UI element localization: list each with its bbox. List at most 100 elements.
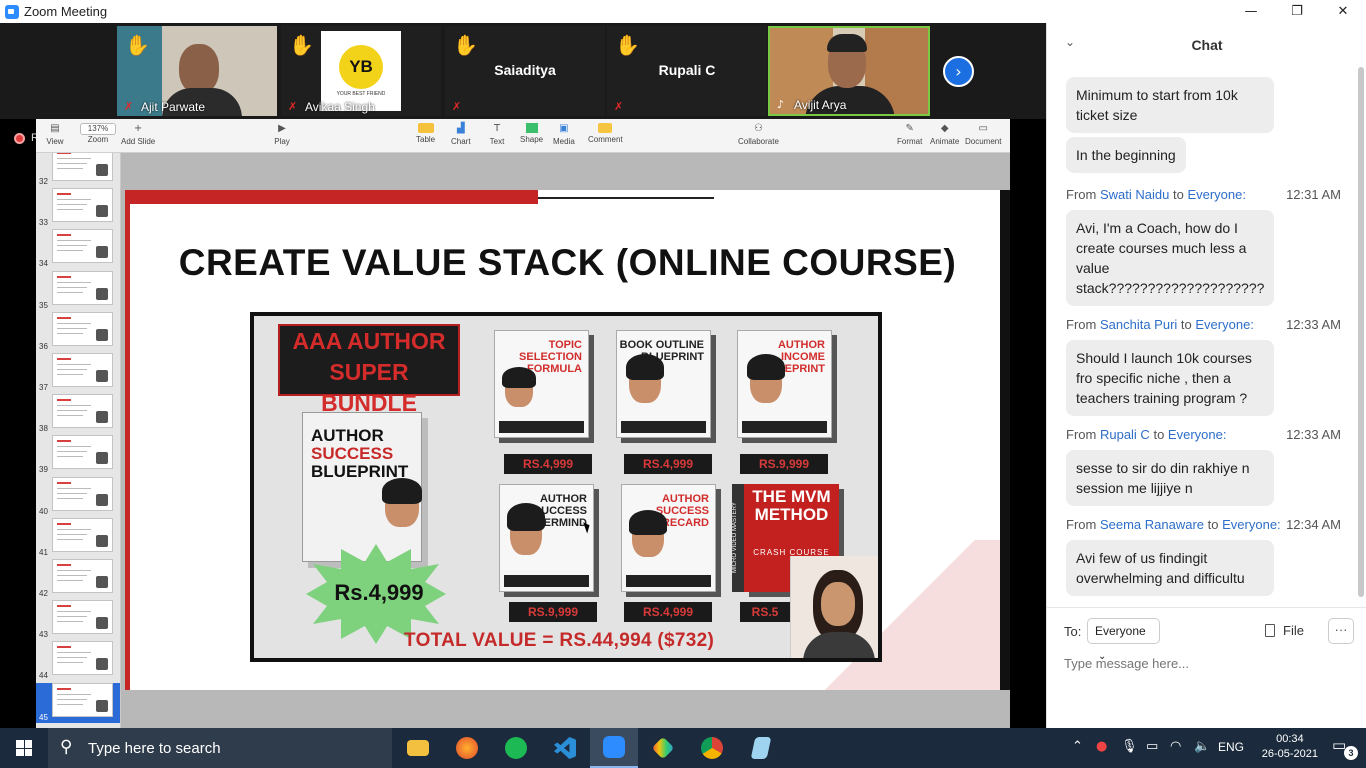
next-page-arrow-icon[interactable]: › (943, 56, 974, 87)
recording-icon (14, 133, 25, 144)
chat-sender-line: From Sanchita Puri to Everyone: 12:33 AM (1066, 317, 1341, 332)
slide-thumbnail[interactable]: 38 (36, 394, 120, 434)
table-button[interactable]: Table (416, 123, 435, 144)
format-button[interactable]: ✎ Format (897, 123, 922, 146)
recipient-name[interactable]: Everyone: (1222, 517, 1281, 532)
comment-button[interactable]: Comment (588, 123, 623, 144)
slide-number: 41 (39, 547, 48, 557)
wifi-icon[interactable]: ◠ (1170, 739, 1181, 754)
main-price: Rs.4,999 (334, 580, 424, 605)
git-tool-icon[interactable] (639, 728, 687, 768)
participant-tile-ajit[interactable]: ✋ ✗ Ajit Parwate (117, 26, 277, 116)
slide-thumbnail[interactable]: 37 (36, 353, 120, 393)
battery-icon[interactable]: ▭ (1146, 739, 1158, 754)
price-tag: RS.9,999 (509, 602, 597, 622)
price-tag: RS.9,999 (740, 454, 828, 474)
participant-name: Avikaa Singh (305, 100, 375, 114)
play-icon: ▶ (278, 123, 286, 134)
participant-tile-rupali[interactable]: ✋ Rupali C ✗ (607, 26, 767, 116)
slide-thumbnail[interactable]: 32 (36, 153, 120, 187)
slide-number: 32 (39, 177, 48, 186)
taskbar-search[interactable]: ⚲ Type here to search (48, 728, 392, 768)
participant-tile-avijit[interactable]: ♪ Avijit Arya (768, 26, 930, 116)
slide-thumbnail[interactable]: 40 (36, 476, 120, 517)
media-button[interactable]: ▣ Media (553, 123, 575, 146)
animate-button[interactable]: ◆ Animate (930, 123, 959, 146)
network-warning-icon[interactable]: ● (1096, 739, 1107, 754)
clock-date: 26-05-2021 (1261, 748, 1318, 760)
more-options-button[interactable]: ··· (1328, 618, 1354, 644)
microphone-icon[interactable]: 🎙 (1121, 739, 1138, 754)
collaborate-icon: ⚇ (753, 123, 763, 134)
recipient-select[interactable]: Everyone ⌄ (1087, 618, 1160, 662)
play-button[interactable]: ▶ Play (273, 123, 291, 146)
title-bar: Zoom Meeting — ❐ ✕ (0, 0, 1366, 23)
file-explorer-icon[interactable] (394, 728, 442, 768)
file-button[interactable]: File (1265, 623, 1304, 638)
view-icon: ▤ (50, 123, 60, 134)
zoom-control[interactable]: 137% Zoom (80, 123, 116, 144)
add-slide-button[interactable]: + Add Slide (121, 123, 155, 146)
participant-tile-saiaditya[interactable]: ✋ Saiaditya ✗ (445, 26, 605, 116)
recipient-name[interactable]: Everyone: (1168, 427, 1227, 442)
raised-hand-icon: ✋ (125, 33, 150, 57)
language-indicator[interactable]: ENG (1218, 740, 1244, 754)
zoom-app-icon (5, 4, 19, 19)
shape-button[interactable]: Shape (520, 123, 543, 144)
chat-sender-line: From Swati Naidu to Everyone: 12:31 AM (1066, 187, 1341, 202)
notifications-icon[interactable]: ▭ 3 (1332, 736, 1358, 760)
slide-thumbnail[interactable]: 42 (36, 559, 120, 599)
slide-thumbnail[interactable]: 34 (36, 229, 120, 269)
slide-thumbnail[interactable]: 39 (36, 435, 120, 475)
chevron-up-icon[interactable]: ⌃ (1072, 739, 1083, 754)
minimize-button[interactable]: — (1228, 0, 1274, 23)
file-icon (1265, 624, 1275, 637)
slide-thumbnail[interactable]: 35 (36, 270, 120, 311)
slide-thumbnail[interactable]: 33 (36, 188, 120, 228)
volume-icon[interactable]: 🔈 (1194, 739, 1210, 754)
product-box: TOPIC SELECTION FORMULA (494, 330, 589, 438)
recipient-name[interactable]: Everyone: (1187, 187, 1246, 202)
sender-name[interactable]: Rupali C (1100, 427, 1150, 442)
slide-thumbnail[interactable]: 43 (36, 600, 120, 640)
clock[interactable]: 00:34 26-05-2021 (1262, 732, 1318, 762)
chart-icon: ▟ (456, 123, 465, 134)
spotify-icon[interactable] (492, 728, 540, 768)
slide-number: 36 (39, 341, 48, 351)
maximize-button[interactable]: ❐ (1274, 0, 1320, 23)
chat-messages[interactable]: Minimum to start from 10k ticket size In… (1047, 67, 1366, 607)
sender-name[interactable]: Sanchita Puri (1100, 317, 1177, 332)
sender-name[interactable]: Swati Naidu (1100, 187, 1169, 202)
chrome-icon[interactable] (688, 728, 736, 768)
view-button[interactable]: ▤ View (46, 123, 64, 146)
muted-mic-icon: ✗ (288, 100, 298, 113)
slide-thumbnail[interactable]: 45 (36, 682, 120, 723)
recipient-name[interactable]: Everyone: (1195, 317, 1254, 332)
zoom-taskbar-icon[interactable] (590, 728, 638, 768)
start-button[interactable] (0, 728, 48, 768)
participant-tile-avikaa[interactable]: YB YOUR BEST FRIEND ✋ ✗ Avikaa Singh (281, 26, 441, 116)
notes-app-icon[interactable] (737, 728, 785, 768)
chat-message: Avi, I'm a Coach, how do I create course… (1066, 210, 1274, 306)
window-title: Zoom Meeting (24, 4, 108, 19)
text-button[interactable]: T Text (488, 123, 506, 146)
slide-thumbnail[interactable]: 44 (36, 641, 120, 681)
chat-scrollbar[interactable] (1358, 67, 1364, 597)
message-input[interactable] (1064, 651, 1344, 675)
chart-button[interactable]: ▟ Chart (451, 123, 471, 146)
participant-name: Saiaditya (494, 62, 556, 78)
sender-name[interactable]: Seema Ranaware (1100, 517, 1204, 532)
slide-number: 43 (39, 630, 48, 640)
document-button[interactable]: ▭ Document (965, 123, 1001, 146)
slide-thumbnail[interactable]: 36 (36, 311, 120, 352)
collaborate-button[interactable]: ⚇ Collaborate (738, 123, 779, 146)
chat-sender-line: From Rupali C to Everyone: 12:33 AM (1066, 427, 1341, 442)
slide-thumbnail[interactable]: 41 (36, 517, 120, 558)
slide-number: 33 (39, 218, 48, 228)
close-button[interactable]: ✕ (1320, 0, 1366, 23)
plus-icon: + (133, 123, 143, 134)
price-tag: RS.5 (740, 602, 790, 622)
chat-header: ⌄ Chat (1047, 23, 1366, 67)
vscode-icon[interactable] (541, 728, 589, 768)
firefox-icon[interactable] (443, 728, 491, 768)
